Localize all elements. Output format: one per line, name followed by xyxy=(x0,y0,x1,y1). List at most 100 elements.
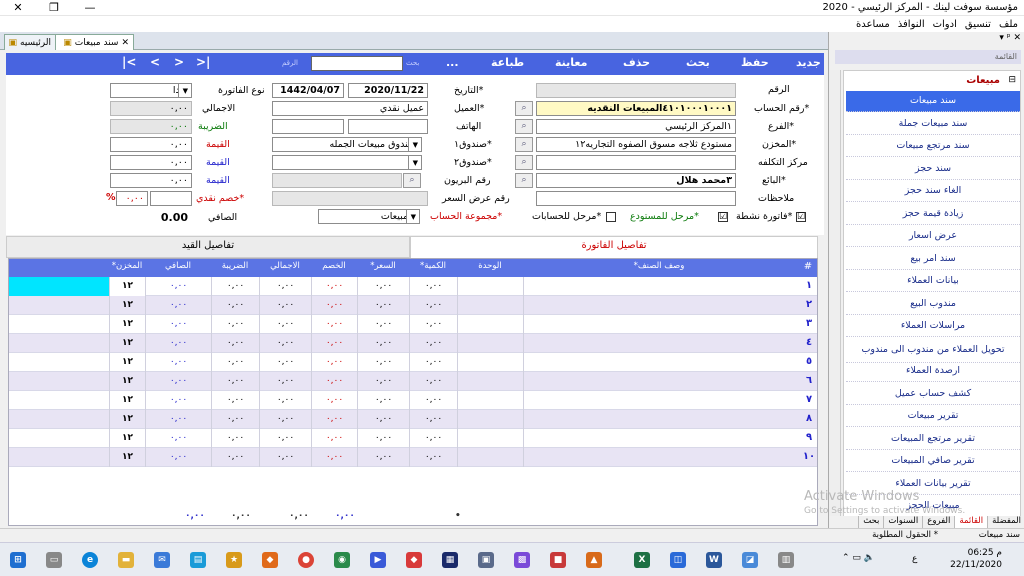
cell-quantity[interactable]: ٠,٠٠ xyxy=(409,410,457,429)
sidebar-item[interactable]: سند حجز xyxy=(846,159,1020,180)
cell-unit[interactable] xyxy=(457,334,523,353)
app-icon-12[interactable]: ◪ xyxy=(742,552,758,568)
sidebar-item[interactable]: سند مرتجع مبيعات xyxy=(846,136,1020,157)
cell-item-description[interactable] xyxy=(523,277,799,296)
cell-item-description[interactable] xyxy=(523,410,799,429)
print-button[interactable]: طباعة xyxy=(491,56,524,69)
task-view-icon[interactable]: ▭ xyxy=(46,552,62,568)
cell-store[interactable]: ١٢ xyxy=(109,448,145,467)
cell-total[interactable]: ٠,٠٠ xyxy=(259,315,311,334)
sidebar-item[interactable]: كشف حساب عميل xyxy=(846,384,1020,405)
cell-store[interactable]: ١٢ xyxy=(109,277,145,296)
branch-lookup-icon[interactable]: ⌕ xyxy=(515,119,533,134)
postal-field[interactable] xyxy=(272,173,402,188)
file-explorer-icon[interactable]: ▬ xyxy=(118,552,134,568)
cell-price[interactable]: ٠,٠٠ xyxy=(357,429,409,448)
cell-unit[interactable] xyxy=(457,391,523,410)
table-row[interactable]: ٣ ٠,٠٠ ٠,٠٠ ٠,٠٠ ٠,٠٠ ٠,٠٠ ٠,٠٠ ١٢ xyxy=(9,315,817,334)
postal-lookup-icon[interactable]: ⌕ xyxy=(403,173,421,188)
cell-unit[interactable] xyxy=(457,315,523,334)
cell-price[interactable]: ٠,٠٠ xyxy=(357,391,409,410)
cell-unit[interactable] xyxy=(457,410,523,429)
cell-unit[interactable] xyxy=(457,353,523,372)
hijri-date-field[interactable]: 1442/04/07 xyxy=(272,83,344,98)
search-button[interactable]: بحث xyxy=(686,56,710,69)
cell-item-description[interactable] xyxy=(523,315,799,334)
save-button[interactable]: حفظ xyxy=(741,56,769,69)
cell-net[interactable]: ٠,٠٠ xyxy=(145,296,211,315)
notes-field[interactable] xyxy=(536,191,736,206)
cell-total[interactable]: ٠,٠٠ xyxy=(259,334,311,353)
table-row[interactable]: ٤ ٠,٠٠ ٠,٠٠ ٠,٠٠ ٠,٠٠ ٠,٠٠ ٠,٠٠ ١٢ xyxy=(9,334,817,353)
app-icon-1[interactable]: ★ xyxy=(226,552,242,568)
sidebar-item[interactable]: سند مبيعات xyxy=(846,91,1020,112)
customer-field[interactable]: عميل نقدي xyxy=(272,101,428,116)
cell-quantity[interactable]: ٠,٠٠ xyxy=(409,315,457,334)
cell-item-description[interactable] xyxy=(523,429,799,448)
cell-item-description[interactable] xyxy=(523,334,799,353)
cell-quantity[interactable]: ٠,٠٠ xyxy=(409,448,457,467)
seller-lookup-icon[interactable]: ⌕ xyxy=(515,173,533,188)
table-row[interactable]: ٩ ٠,٠٠ ٠,٠٠ ٠,٠٠ ٠,٠٠ ٠,٠٠ ٠,٠٠ ١٢ xyxy=(9,429,817,448)
cell-price[interactable]: ٠,٠٠ xyxy=(357,296,409,315)
app-icon-5[interactable]: ◆ xyxy=(406,552,422,568)
store-icon[interactable]: ▤ xyxy=(190,552,206,568)
cell-tax[interactable]: ٠,٠٠ xyxy=(211,296,259,315)
panel-scrollbar[interactable] xyxy=(829,70,841,540)
account-group-select[interactable]: المبيعات xyxy=(318,209,418,224)
sidebar-item[interactable]: الغاء سند حجز xyxy=(846,181,1020,202)
sidebar-item[interactable]: بيانات العملاء xyxy=(846,271,1020,292)
phone-field-2[interactable] xyxy=(272,119,344,134)
warehouse-field[interactable]: مستودع ثلاجه مسوق الصفوه التجاريه١٢ xyxy=(536,137,736,152)
sidebar-item[interactable]: عرض اسعار xyxy=(846,226,1020,247)
cell-total[interactable]: ٠,٠٠ xyxy=(259,353,311,372)
cell-discount[interactable]: ٠,٠٠ xyxy=(311,429,357,448)
cash-discount-value-field[interactable] xyxy=(150,191,192,206)
nav-last-button[interactable]: |< xyxy=(122,55,136,69)
sidebar-item[interactable]: تقرير مرتجع المبيعات xyxy=(846,429,1020,450)
sidebar-item[interactable]: مراسلات العملاء xyxy=(846,316,1020,337)
table-row[interactable]: ١ ٠,٠٠ ٠,٠٠ ٠,٠٠ ٠,٠٠ ٠,٠٠ ٠,٠٠ ١٢ xyxy=(9,277,817,296)
cell-item-description[interactable] xyxy=(523,391,799,410)
app-icon-9[interactable]: ■ xyxy=(550,552,566,568)
branch-field[interactable]: ١المركز الرئيسي xyxy=(536,119,736,134)
cell-store[interactable]: ١٢ xyxy=(109,296,145,315)
cell-item-description[interactable] xyxy=(523,296,799,315)
table-row[interactable]: ٥ ٠,٠٠ ٠,٠٠ ٠,٠٠ ٠,٠٠ ٠,٠٠ ٠,٠٠ ١٢ xyxy=(9,353,817,372)
cell-net[interactable]: ٠,٠٠ xyxy=(145,353,211,372)
app-icon-13[interactable]: ▥ xyxy=(778,552,794,568)
collapse-icon[interactable]: ⊟ xyxy=(1008,75,1016,85)
cell-store[interactable]: ١٢ xyxy=(109,315,145,334)
box2-select[interactable] xyxy=(272,155,420,170)
menu-help[interactable]: مساعدة xyxy=(856,19,890,30)
tray-icons[interactable]: ⌃ ▭ 🔈 xyxy=(842,553,875,563)
cell-price[interactable]: ٠,٠٠ xyxy=(357,410,409,429)
cell-discount[interactable]: ٠,٠٠ xyxy=(311,315,357,334)
tab-home[interactable]: الرئيسيه ▣ xyxy=(4,34,56,50)
active-invoice-checkbox[interactable]: ☑ xyxy=(796,212,806,222)
box2-dropdown[interactable]: ▼ xyxy=(408,155,422,170)
cell-quantity[interactable]: ٠,٠٠ xyxy=(409,429,457,448)
start-icon[interactable]: ⊞ xyxy=(10,552,26,568)
cell-quantity[interactable]: ٠,٠٠ xyxy=(409,372,457,391)
cost-center-lookup-icon[interactable]: ⌕ xyxy=(515,155,533,170)
word-icon[interactable]: W xyxy=(706,552,722,568)
posted-accounts-checkbox[interactable] xyxy=(606,212,616,222)
cell-quantity[interactable]: ٠,٠٠ xyxy=(409,334,457,353)
value2-field[interactable]: ٠,٠٠ xyxy=(110,155,192,170)
delete-button[interactable]: حذف xyxy=(623,56,650,69)
cell-net[interactable]: ٠,٠٠ xyxy=(145,315,211,334)
more-button[interactable]: ... xyxy=(446,56,459,69)
cell-discount[interactable]: ٠,٠٠ xyxy=(311,448,357,467)
new-button[interactable]: جديد xyxy=(796,56,821,69)
cell-net[interactable]: ٠,٠٠ xyxy=(145,391,211,410)
cell-price[interactable]: ٠,٠٠ xyxy=(357,315,409,334)
cell-discount[interactable]: ٠,٠٠ xyxy=(311,372,357,391)
close-window-button[interactable]: ✕ xyxy=(0,0,36,16)
cell-tax[interactable]: ٠,٠٠ xyxy=(211,353,259,372)
cell-unit[interactable] xyxy=(457,372,523,391)
edge-icon[interactable]: e xyxy=(82,552,98,568)
number-field[interactable] xyxy=(536,83,736,98)
cell-unit[interactable] xyxy=(457,296,523,315)
seller-field[interactable]: ٣محمد هلال xyxy=(536,173,736,188)
